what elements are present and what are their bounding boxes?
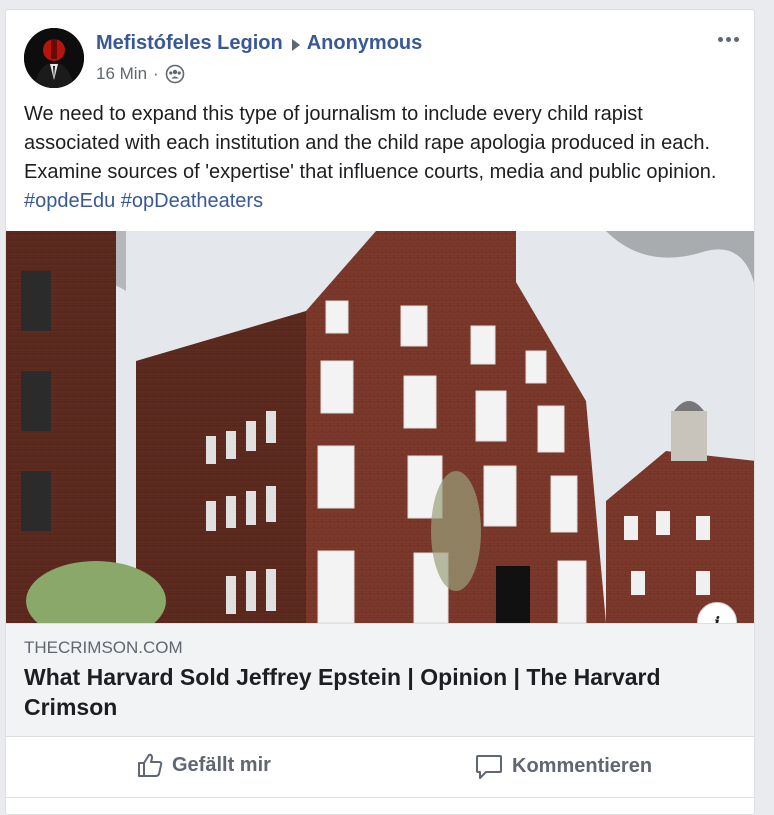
comment-button[interactable]: Kommentieren [474,751,652,781]
post-meta: 16 Min · [96,64,185,84]
target-group-name[interactable]: Anonymous [307,32,423,55]
post-header: Mefistófeles Legion Anonymous [96,32,422,55]
group-icon[interactable] [165,64,185,84]
hashtag-link[interactable]: #opdeEdu [24,190,115,212]
link-preview-image[interactable] [6,231,754,623]
author-name[interactable]: Mefistófeles Legion [96,32,283,55]
post-timestamp[interactable]: 16 Min [96,64,147,84]
meta-separator: · [153,64,159,83]
post-card: Mefistófeles Legion Anonymous 16 Min · W… [5,9,755,815]
building-photo [6,231,754,623]
link-preview-caption[interactable]: THECRIMSON.COM What Harvard Sold Jeffrey… [6,623,754,737]
link-title[interactable]: What Harvard Sold Jeffrey Epstein | Opin… [24,662,724,722]
post-body: We need to expand this type of journalis… [24,100,739,216]
hashtag-link[interactable]: #opDeatheaters [121,190,263,212]
triangle-right-icon [289,36,303,52]
post-text: We need to expand this type of journalis… [24,103,717,183]
avatar-image [24,28,84,88]
like-button[interactable]: Gefällt mir [136,751,271,779]
thumbs-up-icon [136,751,164,779]
comment-label: Kommentieren [512,754,653,777]
more-horizontal-icon[interactable] [714,30,742,48]
author-avatar[interactable] [24,28,84,88]
like-label: Gefällt mir [172,753,271,776]
post-actions-bar: Gefällt mir Kommentieren [6,737,754,798]
comment-icon [474,751,504,781]
link-domain: THECRIMSON.COM [24,638,183,657]
